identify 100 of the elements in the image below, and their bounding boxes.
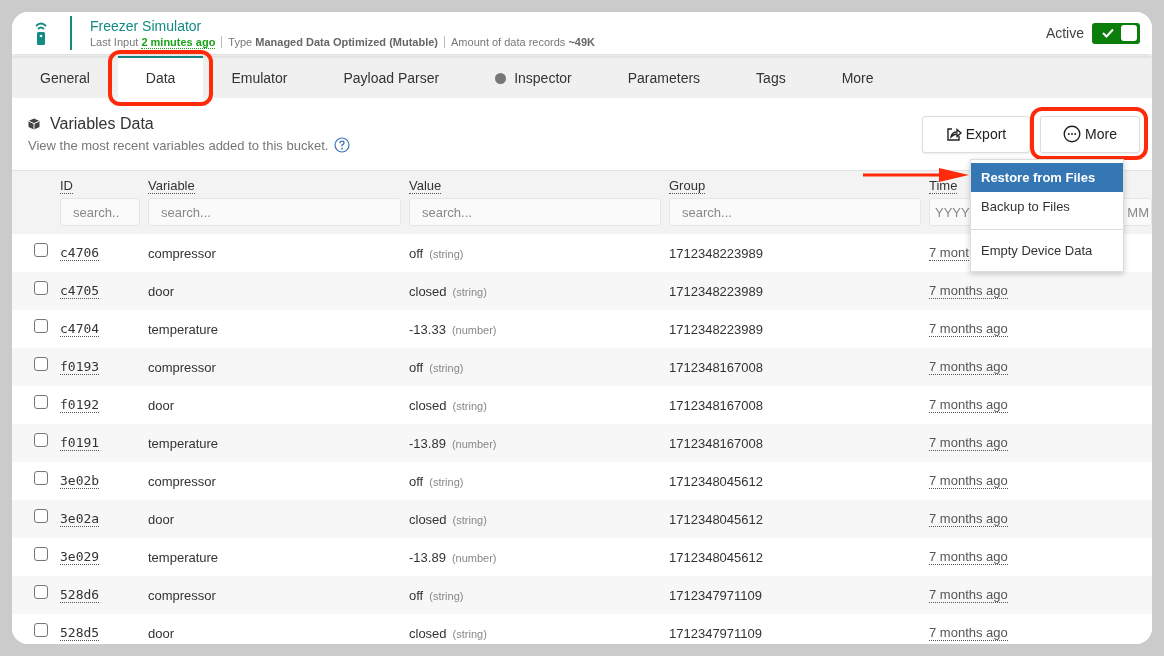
id-link[interactable]: 3e029 <box>60 549 100 565</box>
table-cell: closed (string) <box>409 511 487 527</box>
time-cell: 7 months ago <box>929 397 1008 413</box>
meta-text: Amount of data records ~49K <box>444 36 602 48</box>
table-cell: temperature <box>148 321 219 337</box>
table-cell: -13.89 (number) <box>409 549 497 565</box>
id-link[interactable]: 3e02b <box>60 473 100 489</box>
tab[interactable]: General <box>12 56 118 98</box>
cube-icon <box>28 118 40 130</box>
time-cell: 7 months ago <box>929 473 1008 489</box>
row-checkbox[interactable] <box>34 319 48 333</box>
table-cell: off (string) <box>409 359 464 375</box>
id-link[interactable]: f0192 <box>60 397 100 413</box>
column-header[interactable]: Time <box>929 178 958 194</box>
row-checkbox[interactable] <box>34 471 48 485</box>
time-cell: 7 months ago <box>929 321 1008 337</box>
id-link[interactable]: c4706 <box>60 245 100 261</box>
row-checkbox[interactable] <box>34 243 48 257</box>
id-link[interactable]: f0191 <box>60 435 100 451</box>
tab[interactable]: Inspector <box>467 56 600 98</box>
table-cell: compressor <box>148 359 216 375</box>
time-cell: 7 months ago <box>929 283 1008 299</box>
time-cell: 7 months ago <box>929 511 1008 527</box>
table-cell: temperature <box>148 549 219 565</box>
menu-item[interactable]: Restore from Files <box>971 162 1123 192</box>
active-label: Active <box>1045 25 1084 41</box>
table-cell: 1712348045612 <box>669 549 763 565</box>
table-cell: temperature <box>148 435 219 451</box>
time-cell: 7 mont <box>929 245 969 261</box>
menu-item[interactable]: Backup to Files <box>971 191 1123 221</box>
table-cell: -13.33 (number) <box>409 321 497 337</box>
tab[interactable]: Data <box>117 56 204 98</box>
tab[interactable]: Emulator <box>203 56 316 98</box>
active-toggle[interactable] <box>1092 22 1140 44</box>
tab[interactable]: More <box>813 56 902 98</box>
column-header[interactable]: Value <box>409 178 442 194</box>
search-field[interactable]: search.. <box>60 198 140 226</box>
table-cell: 1712347971109 <box>669 625 763 641</box>
column-header[interactable]: ID <box>60 178 73 194</box>
ellipsis-icon <box>1063 125 1082 143</box>
row-checkbox[interactable] <box>34 585 48 599</box>
row-checkbox[interactable] <box>34 509 48 523</box>
time-cell: 7 months ago <box>929 359 1008 375</box>
help-icon[interactable] <box>334 137 351 153</box>
table-cell: 1712348223989 <box>669 321 763 337</box>
search-field[interactable]: search... <box>409 198 661 226</box>
table-cell: 1712348223989 <box>669 245 763 261</box>
table-cell: closed (string) <box>409 283 487 299</box>
id-link[interactable]: 3e02a <box>60 511 100 527</box>
column-header[interactable]: Group <box>669 178 706 194</box>
tab[interactable]: Parameters <box>599 56 729 98</box>
time-cell: 7 months ago <box>929 587 1008 603</box>
table-cell: door <box>148 283 175 299</box>
table-cell: closed (string) <box>409 397 487 413</box>
table-cell: closed (string) <box>409 625 487 641</box>
id-link[interactable]: 528d5 <box>60 625 100 641</box>
table-cell: compressor <box>148 473 216 489</box>
time-cell: 7 months ago <box>929 549 1008 565</box>
column-header[interactable]: Variable <box>148 178 195 194</box>
row-checkbox[interactable] <box>34 357 48 371</box>
device-title: Freezer Simulator <box>90 18 203 34</box>
section-subtitle: View the most recent variables added to this bucket. <box>28 137 329 153</box>
id-link[interactable]: c4704 <box>60 321 100 337</box>
search-field[interactable]: search... <box>669 198 921 226</box>
remote-icon <box>34 21 48 45</box>
table-cell: -13.89 (number) <box>409 435 497 451</box>
search-field[interactable]: search... <box>148 198 401 226</box>
meta-text: Last Input 2 minutes ago <box>90 36 217 48</box>
row-checkbox[interactable] <box>34 281 48 295</box>
table-cell: 1712348045612 <box>669 511 763 527</box>
table-cell: 1712348167008 <box>669 435 763 451</box>
tab[interactable]: Tags <box>728 56 814 98</box>
table-cell: door <box>148 511 175 527</box>
more-button[interactable]: More <box>1040 115 1140 153</box>
table-cell: door <box>148 625 175 641</box>
id-link[interactable]: f0193 <box>60 359 100 375</box>
table-cell: 1712348167008 <box>669 359 763 375</box>
id-link[interactable]: 528d6 <box>60 587 100 603</box>
table-cell: off (string) <box>409 245 464 261</box>
table-cell: compressor <box>148 245 216 261</box>
table-cell: 1712348167008 <box>669 397 763 413</box>
table-cell: compressor <box>148 587 216 603</box>
meta-text: Type Managed Data Optimized (Mutable) <box>221 36 445 48</box>
section-title: Variables Data <box>50 115 154 133</box>
export-button[interactable]: Export <box>922 115 1030 153</box>
table-cell: off (string) <box>409 473 464 489</box>
check-icon <box>1102 28 1114 38</box>
row-checkbox[interactable] <box>34 623 48 637</box>
time-cell: 7 months ago <box>929 625 1008 641</box>
menu-item[interactable]: Empty Device Data <box>971 228 1123 265</box>
share-icon <box>945 126 962 142</box>
tab[interactable]: Payload Parser <box>315 56 468 98</box>
id-link[interactable]: c4705 <box>60 283 100 299</box>
row-checkbox[interactable] <box>34 547 48 561</box>
table-cell: 1712348045612 <box>669 473 763 489</box>
table-cell: door <box>148 397 175 413</box>
table-cell: 1712348223989 <box>669 283 763 299</box>
row-checkbox[interactable] <box>34 433 48 447</box>
table-cell: off (string) <box>409 587 464 603</box>
row-checkbox[interactable] <box>34 395 48 409</box>
